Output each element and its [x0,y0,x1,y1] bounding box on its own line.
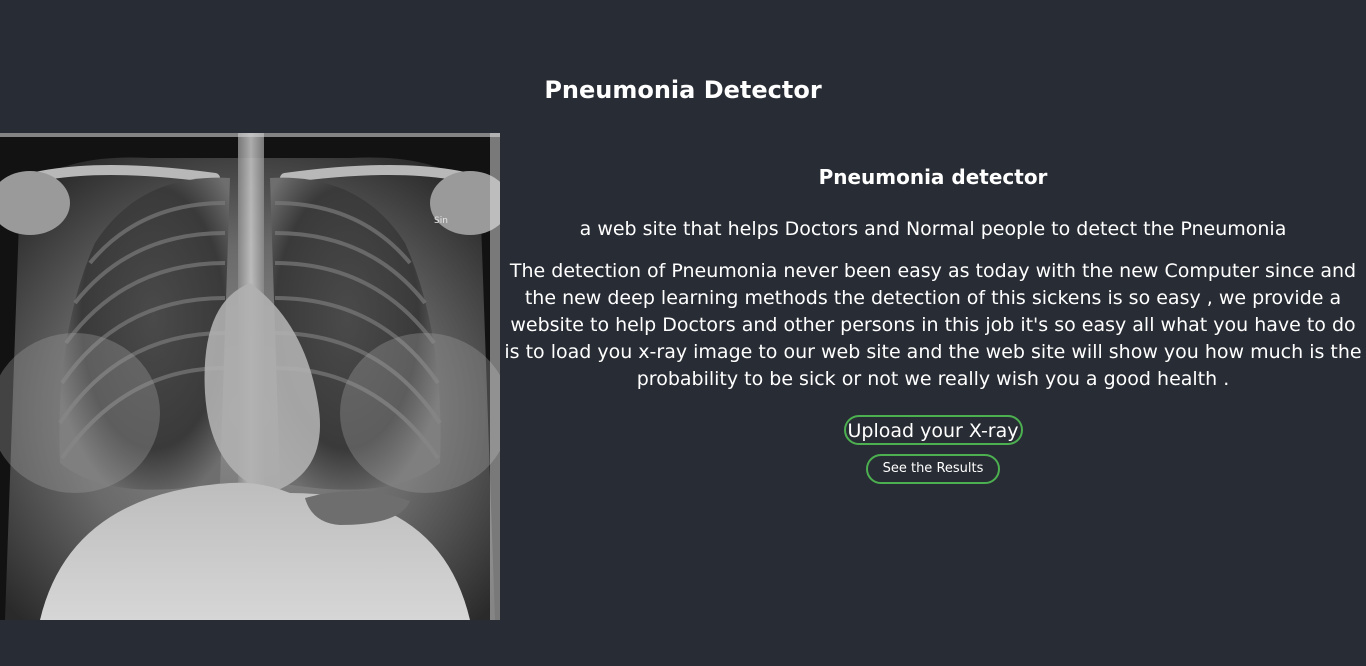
see-results-button[interactable]: See the Results [865,454,1001,484]
page-title: Pneumonia Detector [544,76,822,104]
upload-row: Upload your X-ray [500,393,1366,445]
description: The detection of Pneumonia never been ea… [504,260,1362,390]
section-title: Pneumonia detector [818,165,1048,189]
intro-section: Pneumonia detector a web site that helps… [500,160,1366,484]
page: Pneumonia Detector Sin Pneumonia detecto… [0,0,1366,666]
xray-side-marker: Sin [434,216,448,226]
subtitle: a web site that helps Doctors and Normal… [579,218,1287,240]
results-row: See the Results [500,454,1366,484]
upload-xray-button[interactable]: Upload your X-ray [843,415,1023,445]
chest-xray-image: Sin [0,133,500,620]
